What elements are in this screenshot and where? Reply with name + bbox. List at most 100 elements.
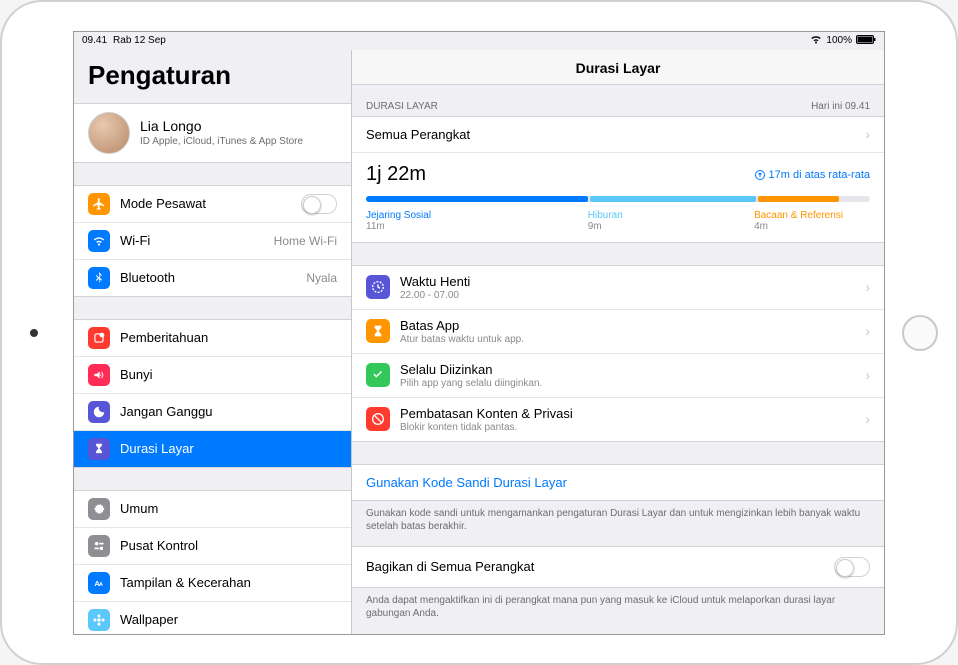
feature-restrictions[interactable]: Pembatasan Konten & Privasi Blokir konte… [352,398,884,441]
no-entry-icon [366,407,390,431]
feature-title: Pembatasan Konten & Privasi [400,406,849,421]
home-button[interactable] [902,315,938,351]
wifi-icon [88,230,110,252]
sidebar-item-display[interactable]: AA Tampilan & Kecerahan [74,565,351,602]
battery-pct: 100% [826,35,852,46]
detail-pane: Durasi Layar DURASI LAYAR Hari ini 09.41… [352,50,884,634]
account-name: Lia Longo [140,118,303,134]
section-header-usage: DURASI LAYAR Hari ini 09.41 [352,85,884,116]
usage-bar [366,196,870,202]
detail-title: Durasi Layar [352,50,884,85]
feature-subtitle: Atur batas waktu untuk app. [400,334,849,345]
bar-segment-reading [758,196,839,202]
sidebar-item-label: Wi-Fi [120,233,274,248]
bell-icon [88,327,110,349]
ipad-frame: 09.41 Rab 12 Sep 100% Pengaturan [0,0,958,665]
share-label: Bagikan di Semua Perangkat [366,559,534,574]
sidebar-item-airplane[interactable]: Mode Pesawat [74,186,351,223]
moon-icon [88,401,110,423]
chevron-right-icon: › [865,126,870,142]
hourglass-icon [88,438,110,460]
feature-subtitle: Blokir konten tidak pantas. [400,422,849,433]
feature-app-limits[interactable]: Batas App Atur batas waktu untuk app. › [352,310,884,354]
all-devices-row[interactable]: Semua Perangkat › [352,117,884,153]
feature-subtitle: Pilih app yang selalu diinginkan. [400,378,849,389]
avatar [88,112,130,154]
wifi-value: Home Wi-Fi [274,234,337,248]
airplane-icon [88,193,110,215]
sidebar-item-dnd[interactable]: Jangan Ganggu [74,394,351,431]
total-time-row: 1j 22m 17m di atas rata-rata [352,153,884,192]
flower-icon [88,609,110,631]
share-row[interactable]: Bagikan di Semua Perangkat [352,546,884,588]
sidebar-item-label: Pusat Kontrol [120,538,337,553]
battery-icon [856,35,876,47]
check-icon [366,363,390,387]
gear-icon [88,498,110,520]
all-devices-label: Semua Perangkat [366,127,859,142]
camera-dot [30,329,38,337]
usage-card: Semua Perangkat › 1j 22m 17m di atas rat… [352,116,884,243]
sidebar-item-label: Jangan Ganggu [120,404,337,419]
legend-social: Jejaring Sosial 11m [366,210,588,232]
toggles-icon [88,535,110,557]
share-toggle[interactable] [834,557,870,577]
sidebar-item-wallpaper[interactable]: Wallpaper [74,602,351,634]
sidebar-item-label: Bluetooth [120,270,306,285]
svg-text:A: A [99,581,103,587]
account-row[interactable]: Lia Longo ID Apple, iCloud, iTunes & App… [74,103,351,163]
passcode-link[interactable]: Gunakan Kode Sandi Durasi Layar [352,464,884,501]
feature-title: Batas App [400,318,849,333]
sidebar-item-label: Pemberitahuan [120,330,337,345]
section-header-time: Hari ini 09.41 [811,101,870,112]
chevron-right-icon: › [865,279,870,295]
sidebar-item-label: Tampilan & Kecerahan [120,575,337,590]
feature-subtitle: 22.00 - 07.00 [400,290,849,301]
sidebar-item-label: Umum [120,501,337,516]
chevron-right-icon: › [865,411,870,427]
feature-downtime[interactable]: Waktu Henti 22.00 - 07.00 › [352,266,884,310]
chevron-right-icon: › [865,323,870,339]
total-time: 1j 22m [366,163,426,186]
wifi-icon [810,35,822,47]
legend-reading: Bacaan & Referensi 4m [754,210,843,232]
account-subtitle: ID Apple, iCloud, iTunes & App Store [140,136,303,147]
display-icon: AA [88,572,110,594]
bluetooth-icon [88,267,110,289]
sidebar-item-control-center[interactable]: Pusat Kontrol [74,528,351,565]
sidebar-item-bluetooth[interactable]: Bluetooth Nyala [74,260,351,296]
sidebar-item-screentime[interactable]: Durasi Layar [74,431,351,467]
hourglass-icon [366,319,390,343]
sidebar-item-label: Bunyi [120,367,337,382]
settings-sidebar: Pengaturan Lia Longo ID Apple, iCloud, i… [74,50,352,634]
category-legend: Jejaring Sosial 11m Hiburan 9m Bacaan & … [352,208,884,242]
bluetooth-value: Nyala [306,271,337,285]
chevron-right-icon: › [865,367,870,383]
airplane-toggle[interactable] [301,194,337,214]
share-footer: Anda dapat mengaktifkan ini di perangkat… [352,588,884,633]
sidebar-item-general[interactable]: Umum [74,491,351,528]
sidebar-group-connectivity: Mode Pesawat Wi-Fi Home Wi-Fi [74,185,351,297]
sidebar-group-notifications: Pemberitahuan Bunyi Jangan Ganggu [74,319,351,468]
legend-entertainment: Hiburan 9m [588,210,754,232]
sidebar-item-wifi[interactable]: Wi-Fi Home Wi-Fi [74,223,351,260]
sidebar-item-notifications[interactable]: Pemberitahuan [74,320,351,357]
sidebar-item-sounds[interactable]: Bunyi [74,357,351,394]
speaker-icon [88,364,110,386]
feature-always-allowed[interactable]: Selalu Diizinkan Pilih app yang selalu d… [352,354,884,398]
status-bar: 09.41 Rab 12 Sep 100% [74,32,884,50]
passcode-footer: Gunakan kode sandi untuk mengamankan pen… [352,501,884,546]
clock-icon [366,275,390,299]
sidebar-item-label: Mode Pesawat [120,196,301,211]
sidebar-item-label: Durasi Layar [120,441,337,456]
screen: 09.41 Rab 12 Sep 100% Pengaturan [73,31,885,635]
feature-title: Selalu Diizinkan [400,362,849,377]
bar-segment-social [366,196,588,202]
features-card: Waktu Henti 22.00 - 07.00 › Batas App At… [352,265,884,442]
sidebar-item-label: Wallpaper [120,612,337,627]
bar-segment-entertainment [590,196,756,202]
feature-title: Waktu Henti [400,274,849,289]
sidebar-group-general: Umum Pusat Kontrol AA Tampilan & Kecerah… [74,490,351,634]
above-average: 17m di atas rata-rata [755,169,871,181]
status-time: 09.41 [82,35,107,46]
